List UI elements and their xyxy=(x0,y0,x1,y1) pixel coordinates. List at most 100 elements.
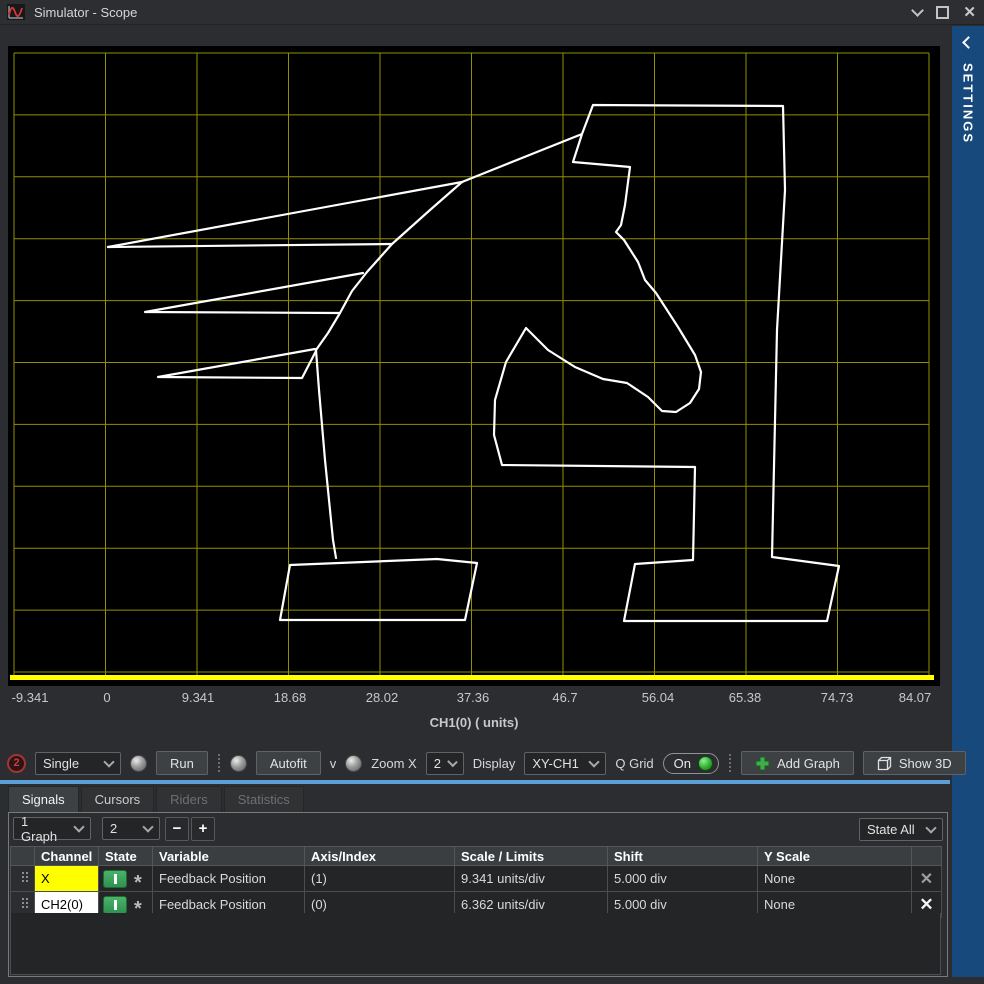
shift-cell[interactable]: 5.000 div xyxy=(608,866,758,892)
bottom-tabs: Signals Cursors Riders Statistics xyxy=(8,786,304,812)
signal-count-select[interactable]: 2 xyxy=(102,817,160,840)
col-axis-index: Axis/Index xyxy=(305,847,455,866)
remove-signal-icon[interactable]: ✕ xyxy=(919,895,933,914)
window-title: Simulator - Scope xyxy=(34,5,137,20)
x-tick-label: 28.02 xyxy=(366,690,399,705)
show-3d-button[interactable]: Show 3D xyxy=(863,751,966,775)
handle-column-header xyxy=(11,847,35,866)
col-remove xyxy=(912,847,942,866)
x-axis-baseline xyxy=(10,675,934,680)
col-y-scale: Y Scale xyxy=(758,847,912,866)
chevron-down-icon xyxy=(73,821,84,832)
add-graph-button[interactable]: Add Graph xyxy=(741,751,854,775)
trace-mane-spike-3 xyxy=(158,349,316,378)
window-close-icon[interactable]: ✕ xyxy=(963,5,976,20)
signal-enabled-button[interactable] xyxy=(103,896,127,914)
signal-enabled-button[interactable] xyxy=(103,870,127,888)
x-axis-label: CH1(0) ( units) xyxy=(8,715,940,730)
cube-3d-icon xyxy=(877,756,892,771)
collapse-left-chevron-icon[interactable] xyxy=(962,36,975,49)
tab-statistics: Statistics xyxy=(224,786,304,812)
add-signal-button[interactable]: + xyxy=(191,817,215,841)
axis-index-cell[interactable]: (1) xyxy=(305,866,455,892)
x-tick-label: 37.36 xyxy=(457,690,490,705)
chevron-down-icon xyxy=(589,756,600,767)
toolbar-separator xyxy=(729,754,731,772)
col-variable: Variable xyxy=(153,847,305,866)
y-scale-cell[interactable]: None xyxy=(758,866,912,892)
graph-count-indicator: 2 xyxy=(7,754,26,773)
run-mode-select[interactable]: Single xyxy=(35,752,121,775)
chevron-down-icon xyxy=(447,756,457,766)
settings-tab[interactable]: SETTINGS xyxy=(961,63,976,144)
zoom-x-select[interactable]: 2 xyxy=(426,752,464,775)
display-select[interactable]: XY-CH1 xyxy=(524,752,606,775)
signals-panel: 1 Graph 2 − + State All Channel State Va… xyxy=(8,812,948,977)
table-row: X * Feedback Position (1) 9.341 units/di… xyxy=(11,866,942,892)
asterisk-icon[interactable]: * xyxy=(134,897,142,913)
col-shift: Shift xyxy=(608,847,758,866)
variable-cell[interactable]: Feedback Position xyxy=(153,866,305,892)
trace-mane-spike-2 xyxy=(145,273,363,313)
tab-riders: Riders xyxy=(156,786,222,812)
q-grid-toggle[interactable]: On xyxy=(663,753,719,774)
zoom-x-label: Zoom X xyxy=(371,756,417,771)
x-tick-label: 0 xyxy=(103,690,110,705)
graph-select[interactable]: 1 Graph xyxy=(13,817,91,840)
table-empty-area xyxy=(10,913,941,975)
table-header-row: Channel State Variable Axis/Index Scale … xyxy=(11,847,942,866)
maximize-icon[interactable] xyxy=(936,6,949,19)
panel-splitter[interactable] xyxy=(0,780,950,784)
simulator-scope-window: { "titlebar": { "title": "Simulator - Sc… xyxy=(0,0,984,984)
green-led-icon xyxy=(698,756,713,771)
scale-limits-cell[interactable]: 9.341 units/div xyxy=(455,866,608,892)
x-tick-label: 9.341 xyxy=(182,690,215,705)
run-status-led xyxy=(130,755,147,772)
display-label: Display xyxy=(473,756,516,771)
remove-signal-button[interactable]: − xyxy=(165,817,189,841)
collapse-label[interactable]: v xyxy=(330,756,337,771)
x-tick-label: 65.38 xyxy=(729,690,762,705)
col-scale-limits: Scale / Limits xyxy=(455,847,608,866)
drag-handle-icon[interactable] xyxy=(11,866,35,892)
window-menu-chevron-icon[interactable] xyxy=(912,4,925,17)
graph-controls: 1 Graph 2 − + xyxy=(13,817,215,840)
channel-cell[interactable]: X xyxy=(35,866,99,892)
zoom-status-led xyxy=(345,755,362,772)
col-channel: Channel xyxy=(35,847,99,866)
trace-front-foot xyxy=(280,559,477,620)
chevron-down-icon xyxy=(103,756,114,767)
tab-cursors[interactable]: Cursors xyxy=(81,786,155,812)
scope-toolbar: 2 Single Run Autofit v Zoom X 2 Display … xyxy=(0,748,950,778)
trace-mane-spike-1 xyxy=(108,244,392,247)
scope-plot-svg xyxy=(8,46,940,686)
tab-signals[interactable]: Signals xyxy=(8,786,79,812)
remove-signal-icon[interactable]: ✕ xyxy=(920,871,933,888)
x-tick-label: 56.04 xyxy=(642,690,675,705)
remove-signal-cell[interactable]: ✕ xyxy=(912,866,942,892)
x-tick-label: 74.73 xyxy=(821,690,854,705)
scope-plot-area[interactable] xyxy=(8,46,940,686)
q-grid-label: Q Grid xyxy=(615,756,653,771)
x-tick-label: 46.7 xyxy=(552,690,577,705)
signals-table: Channel State Variable Axis/Index Scale … xyxy=(10,846,942,918)
x-tick-label: 18.68 xyxy=(274,690,307,705)
settings-side-panel: SETTINGS xyxy=(952,26,984,977)
state-cell: * xyxy=(99,866,153,892)
col-state: State xyxy=(99,847,153,866)
chevron-down-icon xyxy=(925,822,936,833)
autofit-status-led xyxy=(230,755,247,772)
titlebar: Simulator - Scope ✕ xyxy=(0,0,984,25)
x-tick-labels: -9.341 0 9.341 18.68 28.02 37.36 46.7 56.04 65.3… xyxy=(8,690,940,706)
state-all-select[interactable]: State All xyxy=(859,818,943,841)
asterisk-icon[interactable]: * xyxy=(134,871,142,887)
app-waveform-icon xyxy=(7,4,25,20)
run-button[interactable]: Run xyxy=(156,751,208,775)
autofit-button[interactable]: Autofit xyxy=(256,751,321,775)
channel-color-box[interactable]: X xyxy=(35,866,98,891)
x-tick-label: -9.341 xyxy=(12,690,49,705)
x-tick-label: 84.07 xyxy=(899,690,932,705)
plus-icon xyxy=(755,756,770,771)
chevron-down-icon xyxy=(142,821,153,832)
toolbar-separator xyxy=(218,754,220,772)
